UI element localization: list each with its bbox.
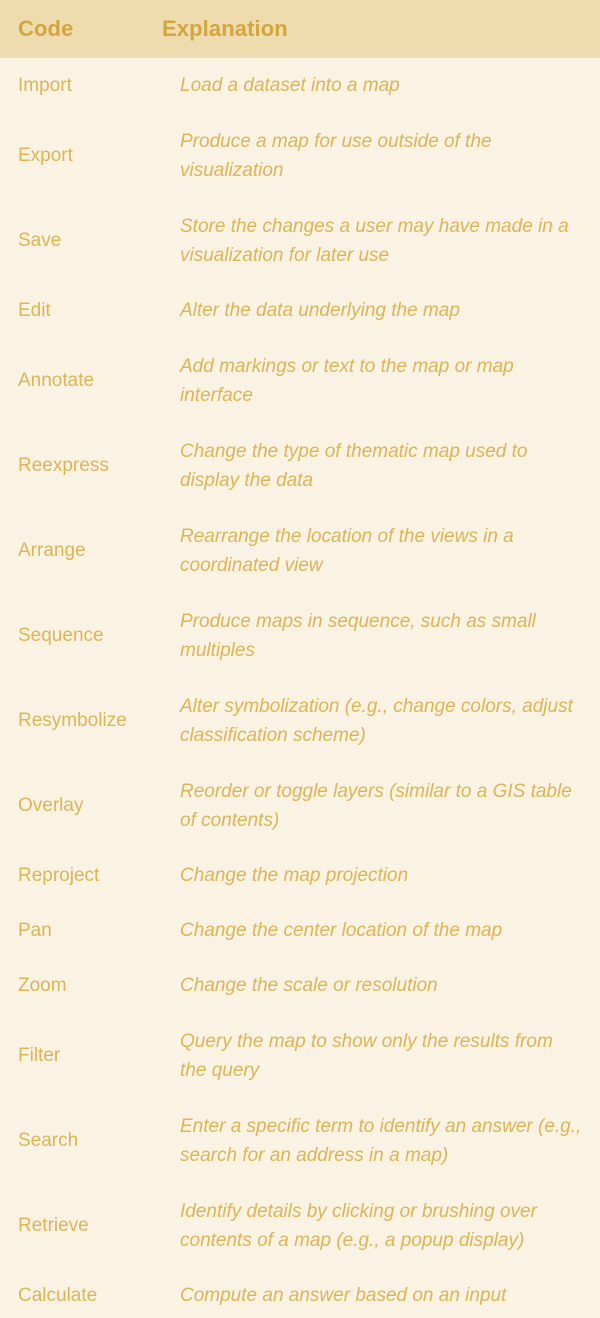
cell-code: Annotate [18, 369, 95, 391]
cell-code: Import [18, 74, 72, 96]
cell-code: Retrieve [18, 1214, 89, 1236]
cell-code: Arrange [18, 539, 86, 561]
table-row: Save Store the changes a user may have ma… [0, 198, 600, 283]
cell-explanation: Rearrange the location of the views in a… [180, 525, 514, 576]
cell-explanation: Compute an answer based on an input [180, 1285, 507, 1306]
cell-code: Save [18, 229, 62, 251]
cell-explanation: Produce maps in sequence, such as small … [180, 610, 536, 661]
table-body: Import Load a dataset into a map Export Pro… [0, 58, 600, 1318]
cell-explanation: Change the map projection [180, 865, 409, 886]
cell-code: Pan [18, 919, 52, 941]
table-row: Overlay Reorder or toggle layers (similar… [0, 763, 600, 848]
column-header-explanation: Explanation [162, 16, 288, 41]
table-row: Resymbolize Alter symbolization (e.g., ch… [0, 678, 600, 763]
cell-code: Sequence [18, 624, 104, 646]
operator-table: Code Explanation Import Load a dataset in… [0, 0, 600, 1318]
cell-explanation: Alter symbolization (e.g., change colors… [180, 695, 573, 746]
cell-explanation: Change the scale or resolution [180, 975, 438, 996]
cell-code: Export [18, 144, 73, 166]
table-header-row: Code Explanation [0, 0, 600, 58]
column-header-code: Code [18, 16, 74, 41]
table-row: Filter Query the map to show only the res… [0, 1013, 600, 1098]
table-row: Retrieve Identify details by clicking or … [0, 1183, 600, 1268]
cell-code: Calculate [18, 1284, 98, 1306]
table-row: Import Load a dataset into a map [0, 58, 600, 113]
cell-explanation: Store the changes a user may have made i… [180, 215, 569, 266]
cell-code: Search [18, 1129, 79, 1151]
table-row: Sequence Produce maps in sequence, such a… [0, 593, 600, 678]
cell-explanation: Add markings or text to the map or map i… [180, 355, 514, 406]
table-row: Pan Change the center location of the map [0, 903, 600, 958]
cell-code: Reproject [18, 864, 100, 886]
cell-code: Resymbolize [18, 709, 127, 731]
table-row: Reproject Change the map projection [0, 848, 600, 903]
table-row: Zoom Change the scale or resolution [0, 958, 600, 1013]
table-row: Reexpress Change the type of thematic map… [0, 423, 600, 508]
cell-code: Filter [18, 1044, 61, 1066]
cell-explanation: Alter the data underlying the map [180, 300, 460, 321]
cell-explanation: Produce a map for use outside of the vis… [180, 130, 492, 181]
cell-code: Zoom [18, 974, 67, 996]
cell-explanation: Change the center location of the map [180, 920, 503, 941]
cell-explanation: Load a dataset into a map [180, 75, 400, 96]
cell-code: Reexpress [18, 454, 109, 476]
table-row: Export Produce a map for use outside of t… [0, 113, 600, 198]
table-row: Search Enter a specific term to identify … [0, 1098, 600, 1183]
cell-explanation: Change the type of thematic map used to … [180, 440, 528, 491]
cell-explanation: Reorder or toggle layers (similar to a G… [180, 780, 572, 831]
table-row: Arrange Rearrange the location of the vie… [0, 508, 600, 593]
cell-explanation: Query the map to show only the results f… [180, 1030, 553, 1081]
table-row: Edit Alter the data underlying the map [0, 283, 600, 338]
cell-code: Overlay [18, 794, 84, 816]
table-row: Annotate Add markings or text to the map … [0, 338, 600, 423]
table-row: Calculate Compute an answer based on an i… [0, 1268, 600, 1318]
cell-explanation: Identify details by clicking or brushing… [180, 1200, 537, 1251]
cell-code: Edit [18, 299, 51, 321]
cell-explanation: Enter a specific term to identify an ans… [180, 1115, 582, 1166]
